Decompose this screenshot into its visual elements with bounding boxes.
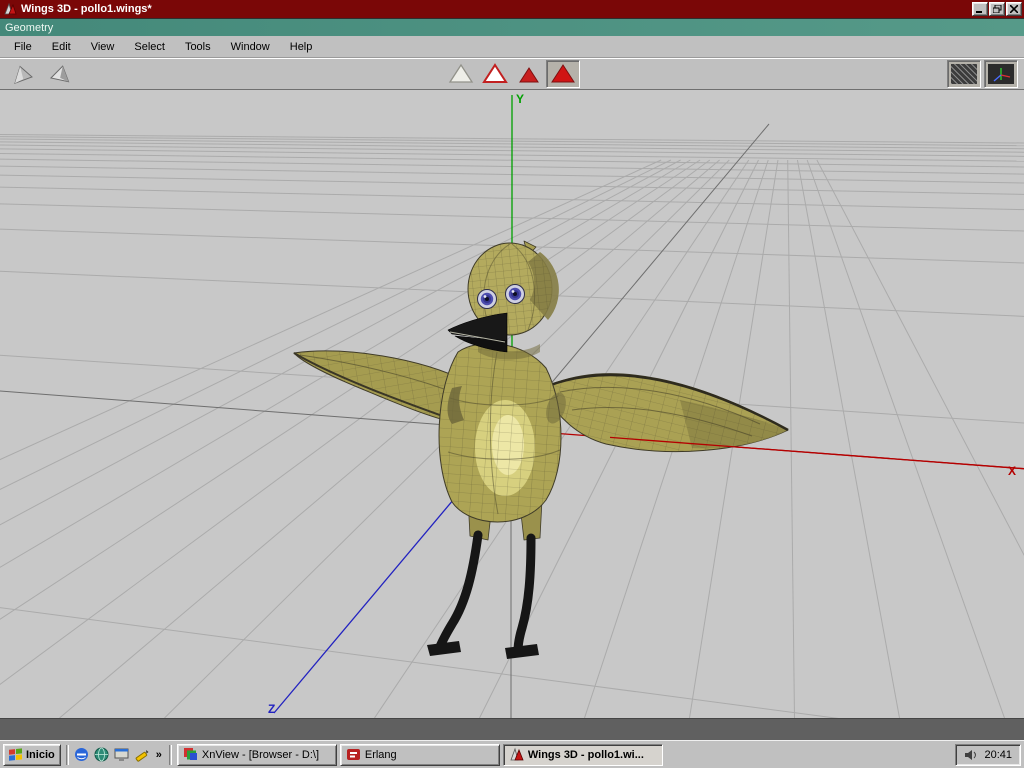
quick-launch-overflow-chevron[interactable]: » [154,749,164,761]
body-select-mode-icon [551,64,575,83]
window-titlebar[interactable]: Wings 3D - pollo1.wings* [0,0,1024,18]
taskbar-separator-2 [168,744,172,765]
menu-edit[interactable]: Edit [42,38,81,56]
redo-arrow-icon [49,65,70,83]
bird-model [293,240,789,659]
minimize-icon [976,10,982,13]
vertex-select-mode-icon [448,63,474,83]
face-mode-button[interactable] [512,60,546,88]
quick-launch-bar: » [74,747,164,763]
redo-button[interactable] [44,60,78,88]
body-mode-button[interactable] [546,60,580,88]
task-button-label: XnView - [Browser - D:\] [201,748,320,761]
start-button[interactable]: Inicio [3,743,61,766]
editor-quick-launch-icon[interactable] [134,747,150,763]
menu-view[interactable]: View [81,38,125,56]
edge-mode-button[interactable] [478,60,512,88]
wings3d-app-icon [4,2,17,15]
taskbar-separator [65,744,69,765]
close-button[interactable] [1006,2,1022,16]
vertex-mode-button[interactable] [444,60,478,88]
view-toggle-group [947,60,1018,88]
taskbar: Inicio » XnView - [Browser - D:\] Erlang [0,740,1024,768]
globe-quick-launch-icon[interactable] [94,747,110,763]
erlang-icon [346,749,360,760]
undo-arrow-icon [14,65,33,85]
xnview-icon [183,748,197,760]
show-axes-toggle-icon [988,64,1014,84]
axis-z-label: Z [268,702,275,716]
window-title: Wings 3D - pollo1.wings* [21,3,152,15]
shading-toggle-button[interactable] [947,60,981,88]
menu-file[interactable]: File [4,38,42,56]
main-toolbar [0,58,1024,90]
minimize-button[interactable] [972,2,988,16]
task-button-wings3d[interactable]: Wings 3D - pollo1.wi... [502,743,663,766]
task-button-xnview[interactable]: XnView - [Browser - D:\] [176,743,337,766]
wings3d-task-icon [510,747,524,761]
status-bar [0,718,1024,740]
menu-bar: File Edit View Select Tools Window Help [0,36,1024,58]
menu-select[interactable]: Select [124,38,175,56]
restore-icon [992,5,1001,13]
history-tool-group [6,60,78,88]
viewport-canvas: Y X Z [0,92,1024,744]
axis-y-label: Y [516,92,524,106]
close-icon [1010,5,1018,13]
menu-tools[interactable]: Tools [175,38,221,56]
axes-toggle-button[interactable] [984,60,1018,88]
task-button-label: Wings 3D - pollo1.wi... [527,748,644,761]
menu-window[interactable]: Window [221,38,280,56]
volume-icon[interactable] [964,749,978,761]
wireframe-shading-toggle-icon [951,64,977,84]
undo-button[interactable] [6,60,40,88]
menu-help[interactable]: Help [280,38,323,56]
system-tray: 20:41 [955,743,1021,766]
axis-x-label: X [1008,464,1016,478]
edge-select-mode-icon [482,63,508,83]
geometry-window-title: Geometry [5,21,54,34]
selection-mode-group [444,60,580,88]
geometry-window-bar[interactable]: Geometry [0,18,1024,36]
face-select-mode-icon [519,67,539,83]
clock[interactable]: 20:41 [984,749,1012,761]
desktop-quick-launch-icon[interactable] [114,747,130,763]
windows-flag-icon [9,747,23,761]
task-button-erlang[interactable]: Erlang [339,743,500,766]
task-button-label: Erlang [364,748,397,761]
restore-button[interactable] [989,2,1005,16]
geometry-viewport[interactable]: Y X Z [0,90,1024,744]
start-button-label: Inicio [26,748,55,761]
browser-quick-launch-icon[interactable] [74,747,90,763]
